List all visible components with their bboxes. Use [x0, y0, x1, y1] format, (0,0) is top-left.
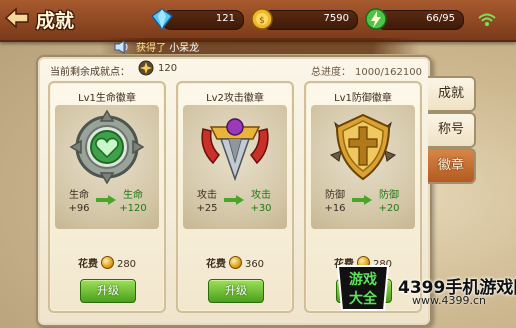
diamond-value: 121: [215, 13, 235, 24]
stat-upgrade: 防御 +16 防御 +20: [311, 187, 415, 227]
stat-name-next: 生命: [123, 190, 143, 201]
upgrade-button[interactable]: 升级: [80, 279, 136, 303]
stat-name-next: 防御: [379, 190, 399, 201]
cost-label: 花费: [205, 259, 226, 270]
points-label: 当前剩余成就点：: [50, 67, 130, 78]
upgrade-cost: 花费 360: [178, 255, 292, 270]
badge-name: Lv2攻击徽章: [206, 93, 264, 104]
progress-value: 1000/162100: [355, 67, 422, 78]
cost-value: 360: [244, 259, 265, 270]
achievement-screen: 成就 121 $ 7590 66/95 获得了 小呆龙 当前剩余成就点： 120…: [0, 0, 516, 328]
tab-badge[interactable]: 徽章: [428, 148, 476, 184]
stat-current-value: +16: [324, 203, 346, 214]
stat-name: 攻击: [197, 190, 217, 201]
stat-current-value: +25: [196, 203, 218, 214]
achievement-point-icon: [138, 60, 154, 76]
stat-current: 攻击 +25: [185, 189, 229, 215]
stat-current: 防御 +16: [313, 189, 357, 215]
badge-display: 生命 +96 生命 +120: [55, 105, 159, 229]
back-arrow-icon[interactable]: [4, 6, 30, 30]
stat-current: 生命 +96: [57, 189, 101, 215]
energy-counter: 66/95: [365, 8, 464, 30]
defense-badge-icon: [325, 109, 401, 185]
watermark-logo: 游戏 大全: [334, 262, 392, 314]
badge-name: Lv1防御徽章: [334, 93, 392, 104]
watermark-logo-bottom: 大全: [349, 290, 378, 307]
page-title: 成就: [36, 10, 75, 32]
badge-card-attack: Lv2攻击徽章 攻击 +25 攻击 +30 花费 360 升级: [176, 81, 294, 313]
stat-next: 生命 +120: [111, 189, 155, 215]
cost-value: 280: [116, 259, 137, 270]
stat-next-value: +120: [119, 203, 147, 214]
badge-display: 攻击 +25 攻击 +30: [183, 105, 287, 229]
upgrade-cost: 花费 280: [50, 255, 164, 270]
watermark-url: www.4399.cn: [412, 294, 486, 307]
badge-display: 防御 +16 防御 +20: [311, 105, 415, 229]
gold-counter: $ 7590: [251, 8, 358, 30]
gold-coin-icon: $: [249, 6, 275, 32]
ticker-text: 获得了 小呆龙: [136, 39, 199, 54]
badge-name: Lv1生命徽章: [78, 93, 136, 104]
ticker-name: 小呆龙: [169, 43, 200, 54]
stat-name-next: 攻击: [251, 190, 271, 201]
diamond-counter: 121: [150, 8, 244, 31]
diamond-icon: [149, 6, 175, 32]
speaker-icon: [114, 39, 130, 54]
svg-text:$: $: [259, 16, 265, 26]
announcement-ticker: 获得了 小呆龙: [100, 38, 420, 54]
energy-value: 66/95: [426, 13, 455, 24]
total-progress: 总进度： 1000/162100: [311, 63, 422, 78]
upgrade-button[interactable]: 升级: [208, 279, 264, 303]
progress-label: 总进度：: [311, 67, 351, 78]
wifi-icon: [478, 12, 496, 26]
stat-name: 生命: [69, 190, 89, 201]
attack-badge-icon: [197, 109, 273, 185]
badge-card-life: Lv1生命徽章 生命 +96 生命 +120 花费 280 升级: [48, 81, 166, 313]
energy-icon: [363, 6, 389, 32]
tab-achievement[interactable]: 成就: [428, 76, 476, 112]
gold-value: 7590: [323, 13, 349, 24]
life-badge-icon: [69, 109, 145, 185]
coin-icon: [228, 256, 242, 269]
watermark-logo-top: 游戏: [349, 271, 377, 288]
points-value: 120: [158, 63, 178, 74]
stat-current-value: +96: [68, 203, 90, 214]
stat-next-value: +30: [250, 203, 272, 214]
cost-label: 花费: [77, 259, 98, 270]
stat-next: 防御 +20: [367, 189, 411, 215]
coin-icon: [100, 256, 114, 269]
stat-next: 攻击 +30: [239, 189, 283, 215]
ticker-prefix: 获得了: [136, 43, 166, 54]
stat-next-value: +20: [378, 203, 400, 214]
stat-name: 防御: [325, 190, 345, 201]
tab-title[interactable]: 称号: [428, 112, 476, 148]
top-bar: 成就 121 $ 7590 66/95: [0, 0, 516, 42]
stat-upgrade: 攻击 +25 攻击 +30: [183, 187, 287, 227]
stat-upgrade: 生命 +96 生命 +120: [55, 187, 159, 227]
